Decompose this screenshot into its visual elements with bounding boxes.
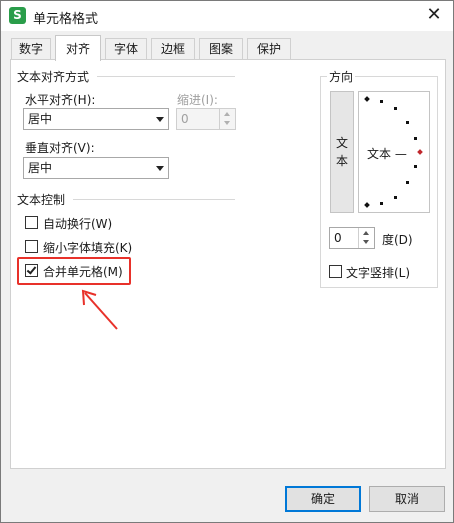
tab-bar: 数字 对齐 字体 边框 图案 保护 bbox=[11, 35, 301, 61]
horizontal-align-label: 水平对齐(H): bbox=[25, 93, 96, 107]
shrink-to-fit-checkbox[interactable] bbox=[25, 240, 38, 253]
degree-spin-buttons bbox=[358, 228, 374, 248]
spin-down-icon bbox=[363, 240, 369, 244]
horizontal-align-select[interactable]: 居中 bbox=[23, 108, 169, 130]
format-cells-dialog: S 单元格格式 ✕ 数字 对齐 字体 边框 图案 保护 文本对齐方式 水平对齐(… bbox=[0, 0, 454, 523]
spin-up-icon bbox=[224, 112, 230, 116]
vertical-text-button[interactable]: 文 本 bbox=[330, 91, 354, 213]
vertical-align-value: 居中 bbox=[28, 161, 53, 175]
tab-alignment[interactable]: 对齐 bbox=[55, 35, 101, 61]
stacked-text-checkbox[interactable] bbox=[329, 265, 342, 278]
degree-label: 度(D) bbox=[382, 233, 413, 247]
wrap-text-label[interactable]: 自动换行(W) bbox=[43, 215, 112, 232]
chevron-down-icon bbox=[156, 166, 164, 171]
checkmark-icon bbox=[26, 264, 37, 275]
text-alignment-group-label: 文本对齐方式 bbox=[17, 68, 90, 85]
vertical-align-label: 垂直对齐(V): bbox=[25, 141, 95, 155]
tab-pattern[interactable]: 图案 bbox=[199, 38, 243, 60]
horizontal-align-value: 居中 bbox=[28, 112, 53, 126]
cancel-button[interactable]: 取消 bbox=[369, 486, 445, 512]
degree-stepper[interactable]: 0 bbox=[329, 227, 375, 249]
chevron-down-icon bbox=[156, 117, 164, 122]
shrink-to-fit-label[interactable]: 缩小字体填充(K) bbox=[43, 239, 132, 256]
wps-spreadsheet-icon: S bbox=[9, 7, 26, 24]
ok-button[interactable]: 确定 bbox=[285, 486, 361, 512]
vertical-align-select[interactable]: 居中 bbox=[23, 157, 169, 179]
vertical-text-char: 文 bbox=[336, 136, 349, 150]
spin-up-icon bbox=[363, 231, 369, 235]
merge-cells-checkbox[interactable] bbox=[25, 264, 38, 277]
merge-cells-label[interactable]: 合并单元格(M) bbox=[43, 263, 123, 280]
spin-down-icon bbox=[224, 121, 230, 125]
wrap-text-checkbox[interactable] bbox=[25, 216, 38, 229]
orientation-dial-text: 文本 — bbox=[367, 147, 407, 161]
orientation-dial[interactable]: 文本 — bbox=[358, 91, 430, 213]
group-divider bbox=[73, 199, 235, 200]
tab-protection[interactable]: 保护 bbox=[247, 38, 291, 60]
orientation-group-label: 方向 bbox=[327, 68, 356, 85]
close-icon[interactable]: ✕ bbox=[421, 3, 447, 27]
indent-label: 缩进(I): bbox=[177, 93, 218, 107]
title-bar: S 单元格格式 ✕ bbox=[1, 1, 453, 31]
vertical-text-char: 本 bbox=[336, 154, 349, 168]
dialog-title: 单元格格式 bbox=[33, 12, 99, 27]
indent-spin-buttons bbox=[219, 109, 235, 129]
indent-value: 0 bbox=[181, 112, 189, 126]
tab-number[interactable]: 数字 bbox=[11, 38, 51, 60]
degree-value: 0 bbox=[334, 231, 342, 245]
stacked-text-label[interactable]: 文字竖排(L) bbox=[346, 264, 410, 281]
indent-stepper[interactable]: 0 bbox=[176, 108, 236, 130]
tab-font[interactable]: 字体 bbox=[105, 38, 147, 60]
tab-border[interactable]: 边框 bbox=[151, 38, 195, 60]
annotation-arrow-icon bbox=[81, 289, 118, 330]
text-control-group-label: 文本控制 bbox=[17, 191, 66, 208]
group-divider bbox=[97, 76, 235, 77]
